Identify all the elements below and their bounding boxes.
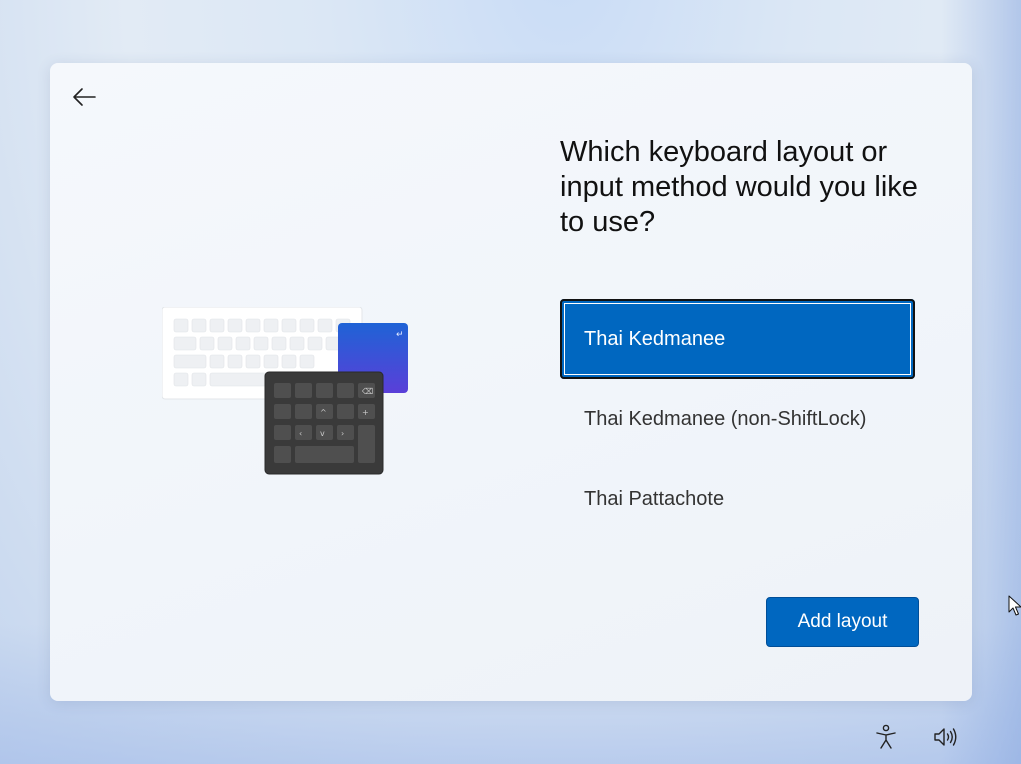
svg-text:⌫: ⌫ [362, 387, 373, 396]
layout-option-thai-pattachote[interactable]: Thai Pattachote [560, 459, 915, 539]
arrow-left-icon [73, 88, 96, 106]
keyboard-illustration: ↵ ⌫ ^ + ‹ v › [162, 307, 408, 475]
svg-text:‹: ‹ [299, 429, 302, 438]
svg-text:+: + [362, 408, 369, 417]
mouse-cursor-icon [1008, 595, 1021, 616]
accessibility-icon [876, 724, 896, 749]
accessibility-button[interactable] [871, 722, 901, 752]
add-layout-button[interactable]: Add layout [766, 597, 919, 647]
svg-text:v: v [320, 429, 325, 438]
layout-option-thai-kedmanee[interactable]: Thai Kedmanee [560, 299, 915, 379]
layout-option-label: Thai Kedmanee [584, 328, 726, 350]
setup-dialog: ↵ ⌫ ^ + ‹ v › Which keyboard layout or i… [50, 63, 972, 701]
svg-text:↵: ↵ [396, 330, 404, 340]
svg-text:›: › [341, 429, 344, 438]
layout-option-thai-kedmanee-non-shiftlock[interactable]: Thai Kedmanee (non-ShiftLock) [560, 379, 915, 459]
layout-option-label: Thai Kedmanee (non-ShiftLock) [584, 408, 867, 430]
back-button[interactable] [68, 83, 100, 111]
volume-button[interactable] [930, 722, 960, 752]
keyboard-layout-list: Thai Kedmanee Thai Kedmanee (non-ShiftLo… [560, 299, 915, 539]
svg-text:^: ^ [320, 408, 327, 417]
volume-icon [934, 728, 957, 746]
layout-option-label: Thai Pattachote [584, 488, 725, 510]
page-title: Which keyboard layout or input method wo… [560, 136, 918, 238]
